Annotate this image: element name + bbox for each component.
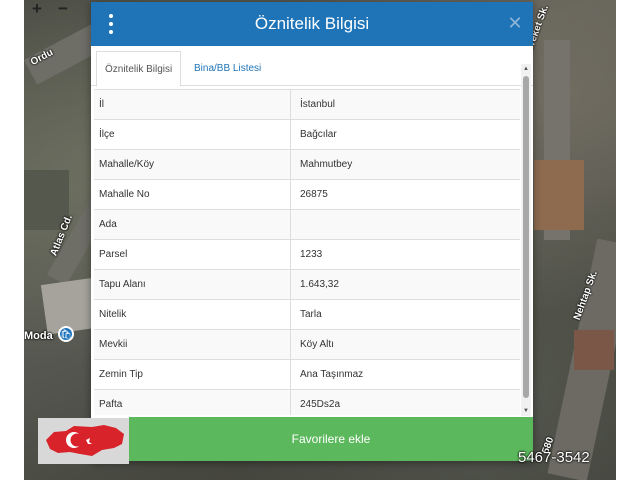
table-row: Pafta 245Ds2a (94, 389, 520, 415)
modal-title: Öznitelik Bilgisi (254, 14, 370, 33)
zoom-out-button[interactable]: − (52, 0, 74, 20)
row-key: Mahalle No (99, 180, 291, 210)
row-value: İstanbul (300, 99, 336, 110)
shopping-bag-icon[interactable]: 🛍 (58, 326, 74, 342)
turkey-flag-logo (38, 418, 129, 464)
table-row: Mevkii Köy Altı (94, 329, 520, 360)
attribute-info-modal: Öznitelik Bilgisi ✕ Öznitelik Bilgisi Bi… (91, 2, 533, 461)
row-value: 26875 (300, 189, 328, 200)
left-margin (0, 0, 24, 480)
tab-building-list[interactable]: Bina/BB Listesi (186, 51, 269, 87)
row-key: Zemin Tip (99, 360, 291, 390)
right-margin (616, 0, 640, 480)
row-value: 1.643,32 (300, 279, 339, 290)
row-key: Pafta (99, 390, 291, 415)
tab-bar: Öznitelik Bilgisi Bina/BB Listesi (91, 48, 533, 87)
table-row: Tapu Alanı 1.643,32 (94, 269, 520, 300)
attribute-table: İl İstanbul İlçe Bağcılar Mahalle/Köy Ma… (91, 86, 521, 415)
building (534, 160, 584, 230)
close-icon[interactable]: ✕ (507, 13, 523, 33)
row-key: Mevkii (99, 330, 291, 360)
zoom-in-button[interactable]: + (26, 0, 48, 20)
zoom-controls: + − (26, 0, 74, 20)
poi-label: Moda (24, 330, 53, 342)
row-value: Ana Taşınmaz (300, 369, 364, 380)
turkey-map-flag-icon (46, 425, 124, 456)
table-row: Ada (94, 209, 520, 240)
table-row: İl İstanbul (94, 89, 520, 120)
table-row: Parsel 1233 (94, 239, 520, 270)
row-key: Mahalle/Köy (99, 150, 291, 180)
row-value: Mahmutbey (300, 159, 353, 170)
row-value: Bağcılar (300, 129, 337, 140)
table-row: Mahalle No 26875 (94, 179, 520, 210)
table-row: Zemin Tip Ana Taşınmaz (94, 359, 520, 390)
table-row: İlçe Bağcılar (94, 119, 520, 150)
row-value: Tarla (300, 309, 322, 320)
row-key: Nitelik (99, 300, 291, 330)
phone-number-overlay: 5467-3542 (518, 449, 590, 466)
row-key: İlçe (99, 120, 291, 150)
scroll-up-arrow-icon[interactable]: ▲ (522, 65, 530, 73)
table-row: Mahalle/Köy Mahmutbey (94, 149, 520, 180)
row-key: Parsel (99, 240, 291, 270)
scroll-thumb[interactable] (523, 76, 529, 398)
row-key: İl (99, 90, 291, 120)
table-row: Nitelik Tarla (94, 299, 520, 330)
scroll-down-arrow-icon[interactable]: ▼ (522, 407, 530, 415)
row-key: Tapu Alanı (99, 270, 291, 300)
row-value: Köy Altı (300, 339, 334, 350)
modal-header: Öznitelik Bilgisi ✕ (91, 2, 533, 46)
add-to-favorites-button[interactable]: Favorilere ekle (129, 417, 533, 461)
row-key: Ada (99, 210, 291, 240)
vertical-scrollbar[interactable]: ▲ ▼ (521, 64, 531, 416)
row-value: 245Ds2a (300, 399, 341, 410)
row-value: 1233 (300, 249, 323, 260)
building (574, 330, 614, 370)
tab-attribute-info[interactable]: Öznitelik Bilgisi (96, 51, 182, 87)
